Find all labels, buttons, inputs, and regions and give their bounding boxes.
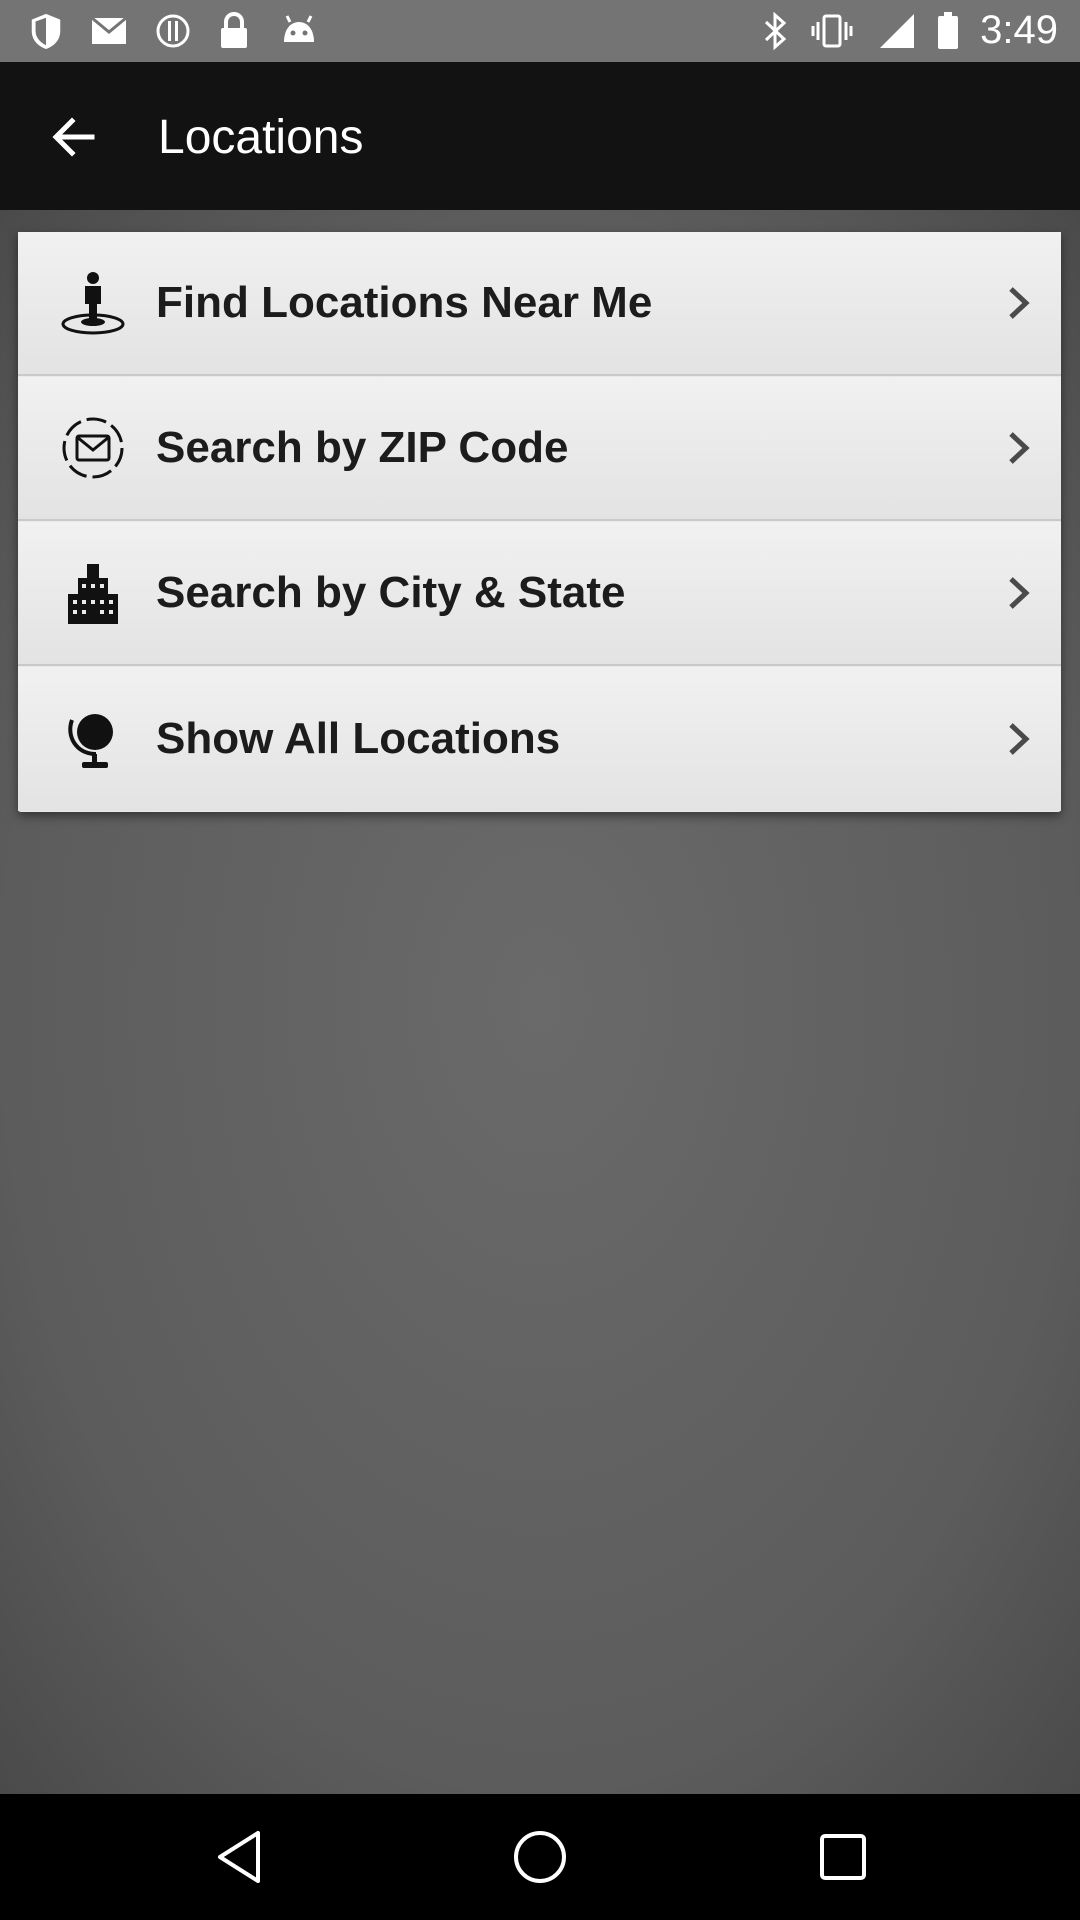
building-icon — [58, 558, 128, 628]
mail-icon — [91, 16, 127, 44]
app-bar: Locations — [0, 62, 1080, 210]
back-triangle-icon — [218, 1831, 260, 1883]
menu-item-search-city-state[interactable]: Search by City & State — [18, 522, 1061, 666]
home-circle-icon — [514, 1831, 566, 1883]
menu-item-label: Show All Locations — [156, 714, 561, 763]
page-title: Locations — [158, 111, 364, 164]
battery-icon — [938, 12, 958, 49]
android-icon — [284, 15, 314, 42]
alert-icon — [156, 14, 190, 48]
nav-recents-button[interactable] — [810, 1824, 876, 1890]
lock-icon — [221, 12, 247, 48]
menu-item-find-near-me[interactable]: Find Locations Near Me — [18, 232, 1061, 376]
chevron-right-icon — [999, 573, 1039, 613]
envelope-circle-icon — [58, 413, 128, 483]
recents-square-icon — [820, 1834, 866, 1880]
menu-item-label: Search by City & State — [156, 568, 626, 617]
back-button[interactable] — [38, 102, 108, 172]
status-time: 3:49 — [980, 8, 1058, 52]
signal-icon — [880, 14, 914, 48]
nav-back-button[interactable] — [206, 1824, 272, 1890]
status-bar: 3:49 — [0, 0, 1080, 62]
chevron-right-icon — [999, 719, 1039, 759]
chevron-right-icon — [999, 283, 1039, 323]
vibrate-icon — [811, 14, 853, 48]
system-nav-bar — [0, 1794, 1080, 1920]
nav-home-button[interactable] — [507, 1824, 573, 1890]
menu-item-label: Find Locations Near Me — [156, 278, 653, 327]
menu-item-search-zip[interactable]: Search by ZIP Code — [18, 377, 1061, 521]
globe-stand-icon — [58, 704, 128, 774]
shield-icon — [31, 13, 61, 50]
chevron-right-icon — [999, 428, 1039, 468]
menu-item-label: Search by ZIP Code — [156, 423, 569, 472]
bluetooth-icon — [764, 12, 787, 50]
person-pin-icon — [58, 268, 128, 338]
back-arrow-icon — [52, 117, 95, 157]
menu-item-show-all[interactable]: Show All Locations — [18, 667, 1061, 811]
locations-menu: Find Locations Near Me Search by ZIP Cod… — [18, 232, 1061, 812]
